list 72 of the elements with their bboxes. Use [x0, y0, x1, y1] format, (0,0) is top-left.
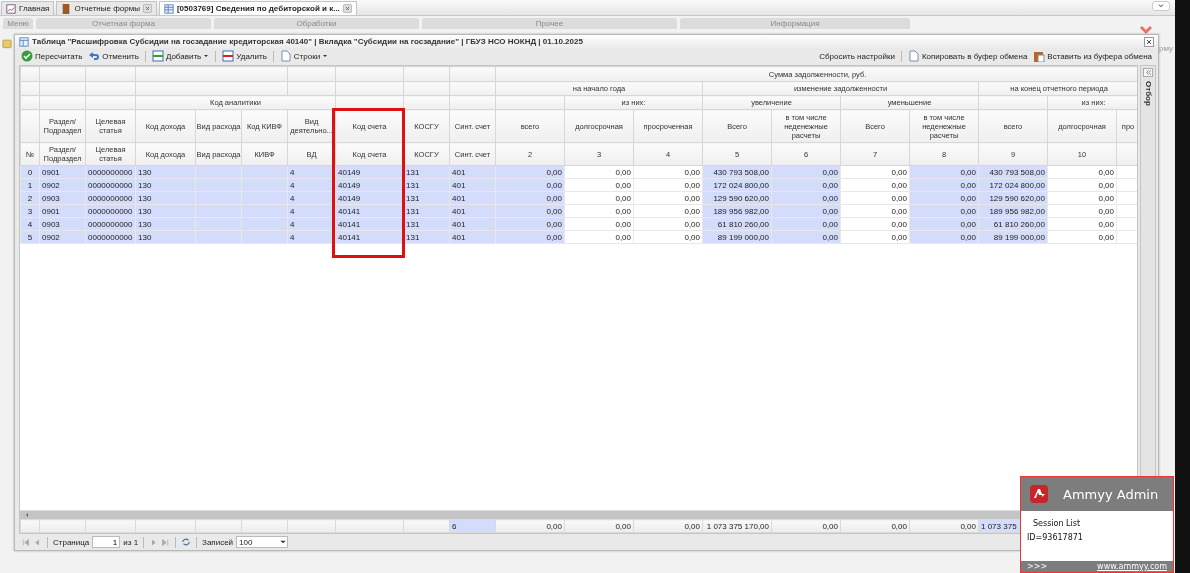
clipboard-icon [1033, 50, 1046, 62]
check-icon [21, 50, 33, 62]
total-cell: 0,00 [495, 519, 565, 533]
ribbon-group-header: Меню [3, 18, 33, 29]
dialog-title: Таблица "Расшифровка Субсидии на госзадание кредиторская 40140" | Вкладка "Субсидии на госзадание" | ГБУЗ НСО НОКНД | 01.10.2025 [32, 37, 584, 46]
close-icon [142, 4, 152, 13]
dropdown-button[interactable] [1152, 1, 1170, 11]
caret-icon [322, 53, 329, 59]
page-label: Страница [53, 537, 90, 547]
total-cell: 6 [449, 519, 496, 533]
total-cell: 0,00 [840, 519, 910, 533]
toolbar-button[interactable]: Добавить [149, 50, 212, 62]
toolbar-button[interactable]: Отменить [86, 50, 141, 62]
document-icon [907, 50, 920, 62]
expand-button[interactable] [1143, 68, 1153, 77]
total-cell: 1 073 375 170,00 [702, 519, 772, 533]
page-count: из 1 [123, 537, 139, 547]
ribbon-group-header: Отчетная форма [36, 18, 211, 29]
document-icon [279, 50, 292, 62]
app-tab[interactable]: Главная [1, 1, 55, 15]
toolbar-button[interactable]: Копировать в буфер обмена [905, 50, 1030, 62]
chart-icon [6, 3, 16, 14]
book-icon [61, 3, 72, 14]
table-icon [163, 3, 174, 14]
last-page-icon [161, 537, 171, 547]
table-cell: 3 [20, 204, 40, 218]
total-cell: 0,00 [564, 519, 634, 533]
records-label: Записей [202, 537, 234, 547]
toolbar-button[interactable]: Строки [277, 50, 331, 62]
previous-page-button[interactable] [33, 537, 42, 547]
caret-icon [203, 53, 210, 59]
first-page-icon [21, 537, 30, 547]
next-icon [149, 537, 159, 547]
previous-icon [33, 537, 42, 547]
page-size-select[interactable]: 100 [236, 536, 289, 548]
total-cell: 0,00 [909, 519, 979, 533]
close-button[interactable] [1144, 36, 1154, 47]
ribbon-group-header: Обработки [214, 18, 419, 29]
app-tab[interactable]: [0503769] Сведения по дебиторской и к... [158, 1, 357, 15]
toolbar-button[interactable]: Сбросить настройки [817, 51, 897, 61]
page-field[interactable]: 1 [92, 536, 121, 548]
table-cell: 1 [20, 178, 40, 192]
table-icon [19, 36, 29, 47]
delete-row-icon [222, 50, 235, 62]
chevron-down-icon [1157, 2, 1165, 10]
website-link[interactable]: www.ammyy.com [1097, 562, 1167, 571]
double-chevron-icon [1144, 69, 1152, 76]
expand-text[interactable]: >>> [1027, 562, 1048, 571]
side-text: рму [1159, 44, 1174, 53]
caret-icon [279, 538, 288, 546]
toolbar-button[interactable]: Вставить из буфера обмена [1031, 50, 1154, 62]
toolbar-button[interactable]: Пересчитать [19, 50, 85, 62]
folder-icon [2, 38, 12, 49]
popup-text: ID=93617871 [1027, 533, 1084, 542]
total-cell: 0,00 [771, 519, 841, 533]
refresh-button[interactable] [181, 537, 192, 547]
close-icon [1145, 37, 1153, 46]
filter-label: Отбор [1143, 81, 1153, 106]
close-icon [342, 4, 352, 13]
toolbar-button[interactable]: Удалить [220, 50, 269, 62]
chevron-down-icon [1139, 24, 1153, 36]
add-row-icon [151, 50, 164, 62]
app-tab[interactable]: Отчетные формы [56, 1, 157, 15]
undo-icon [88, 50, 101, 62]
next-page-button[interactable] [149, 537, 159, 547]
ribbon-group-header: Информация [680, 18, 910, 29]
first-page-button[interactable] [21, 537, 30, 547]
refresh-icon [181, 537, 192, 547]
total-cell: 0,00 [633, 519, 703, 533]
ribbon-group-header: Прочее [422, 18, 677, 29]
logo-icon [1029, 484, 1049, 504]
last-page-button[interactable] [161, 537, 171, 547]
